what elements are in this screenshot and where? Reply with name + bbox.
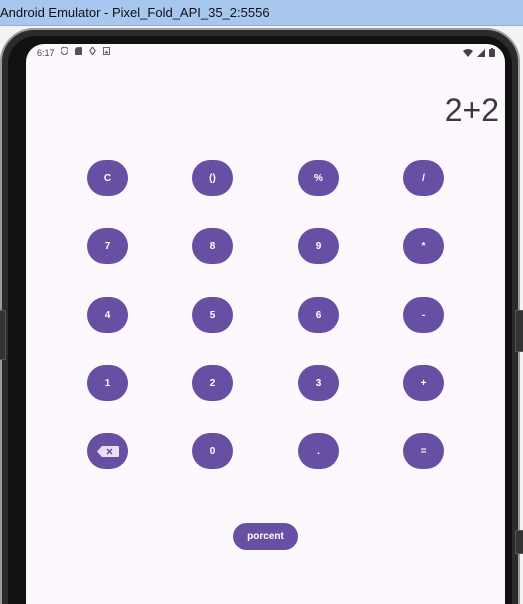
percent-button[interactable]: %	[298, 160, 339, 196]
digit-9-button[interactable]: 9	[298, 228, 339, 264]
wifi-icon	[463, 48, 473, 57]
digit-0-button[interactable]: 0	[192, 433, 233, 469]
parentheses-button[interactable]: ()	[192, 160, 233, 196]
digit-7-button[interactable]: 7	[87, 228, 128, 264]
device-left-hinge	[0, 310, 6, 360]
backspace-icon	[96, 445, 119, 457]
calculator-display: 2+2	[444, 92, 499, 128]
porcent-button[interactable]: porcent	[233, 523, 298, 550]
divide-button[interactable]: /	[403, 160, 444, 196]
subtract-button[interactable]: -	[403, 297, 444, 333]
cell-signal-icon	[477, 48, 485, 57]
decimal-button[interactable]: .	[298, 433, 339, 469]
digit-1-button[interactable]: 1	[87, 365, 128, 401]
digit-3-button[interactable]: 3	[298, 365, 339, 401]
equals-button[interactable]: =	[403, 433, 444, 469]
emulator-window: Android Emulator - Pixel_Fold_API_35_2:5…	[0, 0, 523, 604]
app-screen: 6:17 2+2 C () % / 7 8 9 * 4 5 6 - 1 2 3 …	[26, 44, 505, 604]
status-time: 6:17	[37, 48, 55, 58]
digit-8-button[interactable]: 8	[192, 228, 233, 264]
digit-4-button[interactable]: 4	[87, 297, 128, 333]
window-title: Android Emulator - Pixel_Fold_API_35_2:5…	[0, 5, 270, 20]
status-bar: 6:17	[26, 44, 505, 64]
backspace-button[interactable]	[87, 433, 128, 469]
device-right-button	[515, 310, 523, 352]
notification-icons	[61, 47, 110, 55]
clear-button[interactable]: C	[87, 160, 128, 196]
sd-card-icon	[75, 47, 82, 55]
shield-icon	[61, 47, 68, 55]
battery-icon	[489, 48, 495, 57]
image-icon	[103, 47, 110, 55]
window-title-bar[interactable]: Android Emulator - Pixel_Fold_API_35_2:5…	[0, 0, 523, 26]
digit-5-button[interactable]: 5	[192, 297, 233, 333]
digit-2-button[interactable]: 2	[192, 365, 233, 401]
system-status-icons	[463, 48, 495, 57]
multiply-button[interactable]: *	[403, 228, 444, 264]
device-right-button-lower	[515, 530, 523, 554]
digit-6-button[interactable]: 6	[298, 297, 339, 333]
add-button[interactable]: +	[403, 365, 444, 401]
data-saver-icon	[89, 47, 96, 55]
